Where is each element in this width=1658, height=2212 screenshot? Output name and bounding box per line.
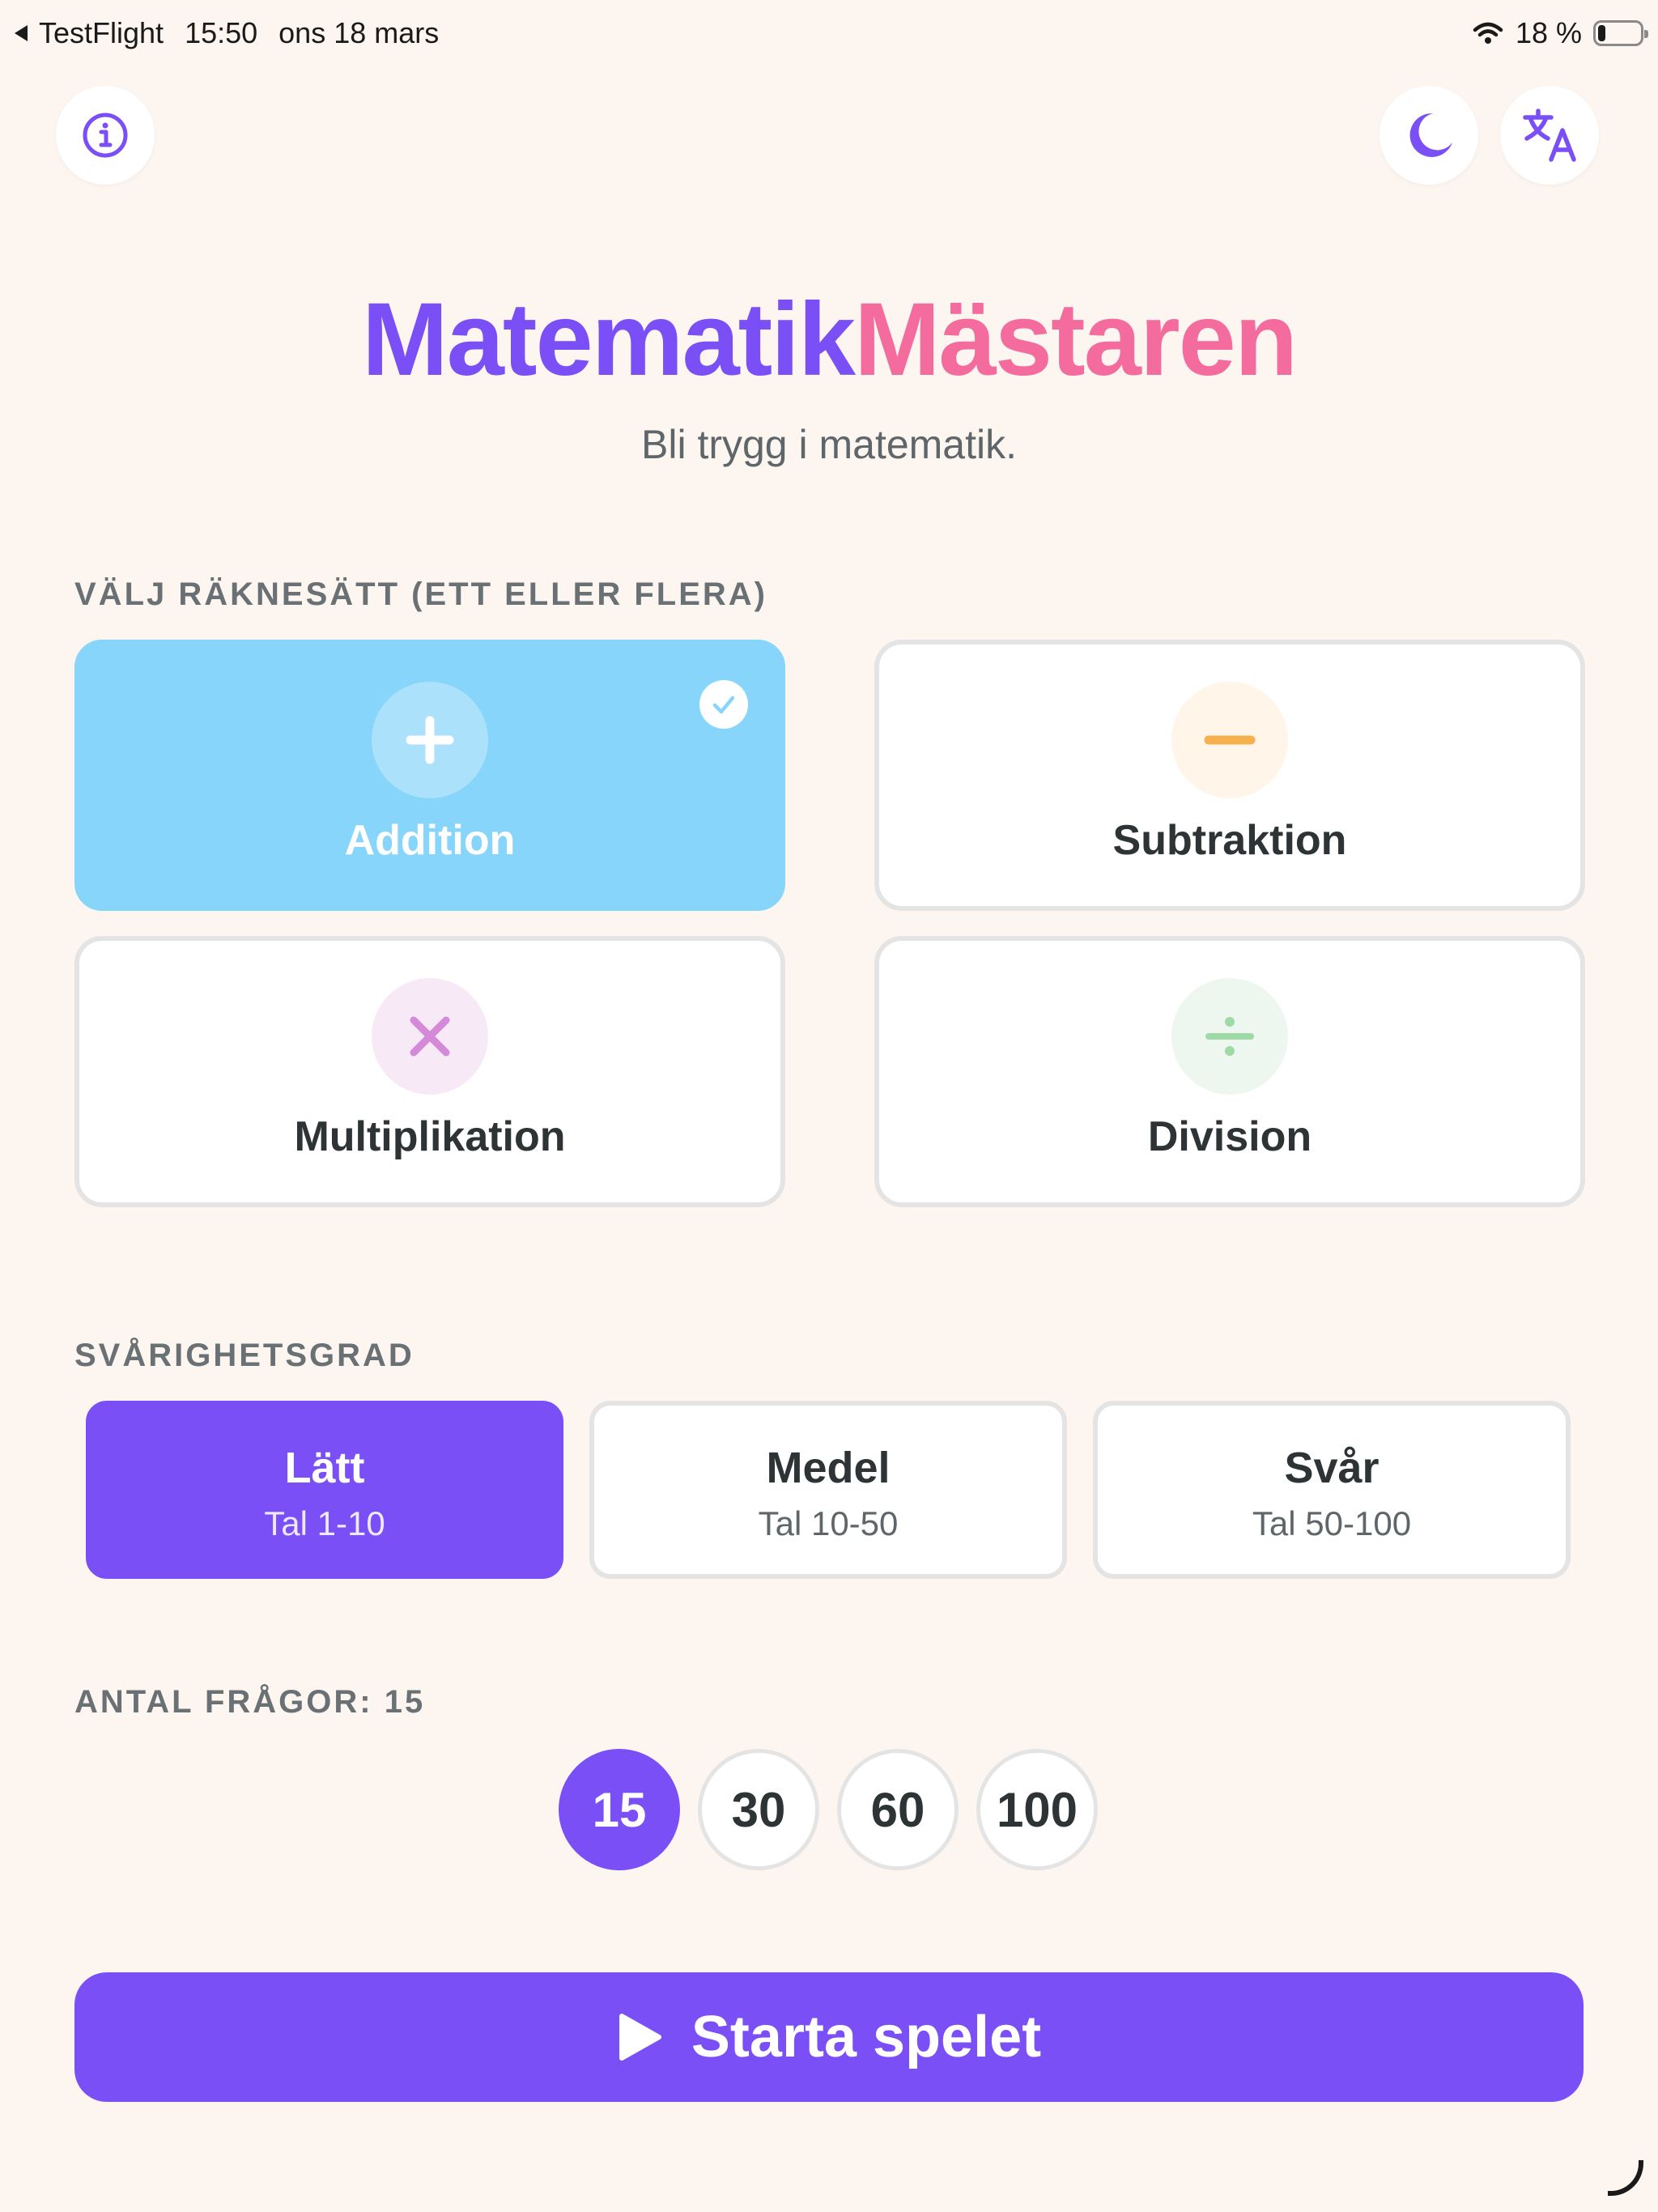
dark-mode-button[interactable]	[1380, 86, 1478, 185]
operation-label: Addition	[344, 817, 516, 864]
operation-label: Subtraktion	[1112, 817, 1347, 864]
divide-icon	[1171, 978, 1288, 1095]
operation-addition[interactable]: Addition	[74, 640, 785, 911]
question-count-30[interactable]: 30	[698, 1749, 819, 1870]
questions-label: ANTAL FRÅGOR: 15	[74, 1684, 426, 1720]
plus-icon	[372, 682, 488, 798]
title-part-1: Matematik	[362, 282, 856, 398]
back-to-app[interactable]: TestFlight	[13, 16, 164, 50]
difficulty-title: Medel	[766, 1444, 891, 1492]
difficulty-label: SVÅRIGHETSGRAD	[74, 1338, 414, 1373]
battery-percent: 18 %	[1515, 16, 1582, 49]
check-icon	[699, 680, 748, 729]
operation-division[interactable]: Division	[874, 936, 1585, 1207]
operations-label: VÄLJ RÄKNESÄTT (ETT ELLER FLERA)	[74, 576, 767, 612]
question-count-15[interactable]: 15	[559, 1749, 680, 1870]
status-date: ons 18 mars	[278, 16, 440, 49]
battery-icon	[1593, 20, 1648, 46]
title-part-2: Mästaren	[854, 282, 1298, 398]
info-button[interactable]	[56, 86, 155, 185]
battery-fill	[1598, 25, 1605, 41]
operation-label: Multiplikation	[294, 1113, 566, 1160]
start-game-button[interactable]: Starta spelet	[74, 1972, 1584, 2102]
operation-label: Division	[1147, 1113, 1312, 1160]
status-time: 15:50	[185, 16, 258, 49]
translate-icon	[1523, 108, 1576, 162]
operation-subtraction[interactable]: Subtraktion	[874, 640, 1585, 911]
difficulty-title: Lätt	[284, 1444, 365, 1492]
back-app-label: TestFlight	[39, 16, 164, 49]
difficulty-range: Tal 10-50	[758, 1504, 899, 1542]
operation-multiplication[interactable]: Multiplikation	[74, 936, 785, 1207]
difficulty-title: Svår	[1284, 1444, 1380, 1492]
back-arrow-icon	[15, 25, 28, 41]
difficulty-hard[interactable]: Svår Tal 50-100	[1093, 1401, 1571, 1579]
app-subtitle: Bli trygg i matematik.	[640, 422, 1017, 467]
difficulty-range: Tal 1-10	[264, 1504, 385, 1542]
status-bar: TestFlight 15:50 ons 18 mars 18 %	[0, 0, 1658, 65]
language-button[interactable]	[1500, 86, 1599, 185]
difficulty-easy[interactable]: Lätt Tal 1-10	[86, 1401, 563, 1579]
info-icon	[83, 113, 128, 158]
difficulty-medium[interactable]: Medel Tal 10-50	[589, 1401, 1067, 1579]
wifi-icon	[1473, 22, 1503, 44]
app-title: MatematikMästaren	[0, 275, 1658, 405]
times-icon	[372, 978, 488, 1095]
difficulty-range: Tal 50-100	[1252, 1504, 1412, 1542]
minus-icon	[1171, 682, 1288, 798]
moon-icon	[1409, 113, 1452, 157]
question-count-100[interactable]: 100	[976, 1749, 1098, 1870]
loading-indicator	[1608, 2160, 1643, 2196]
play-icon	[619, 2014, 661, 2061]
start-game-label: Starta spelet	[691, 2005, 1042, 2069]
question-count-60[interactable]: 60	[837, 1749, 959, 1870]
